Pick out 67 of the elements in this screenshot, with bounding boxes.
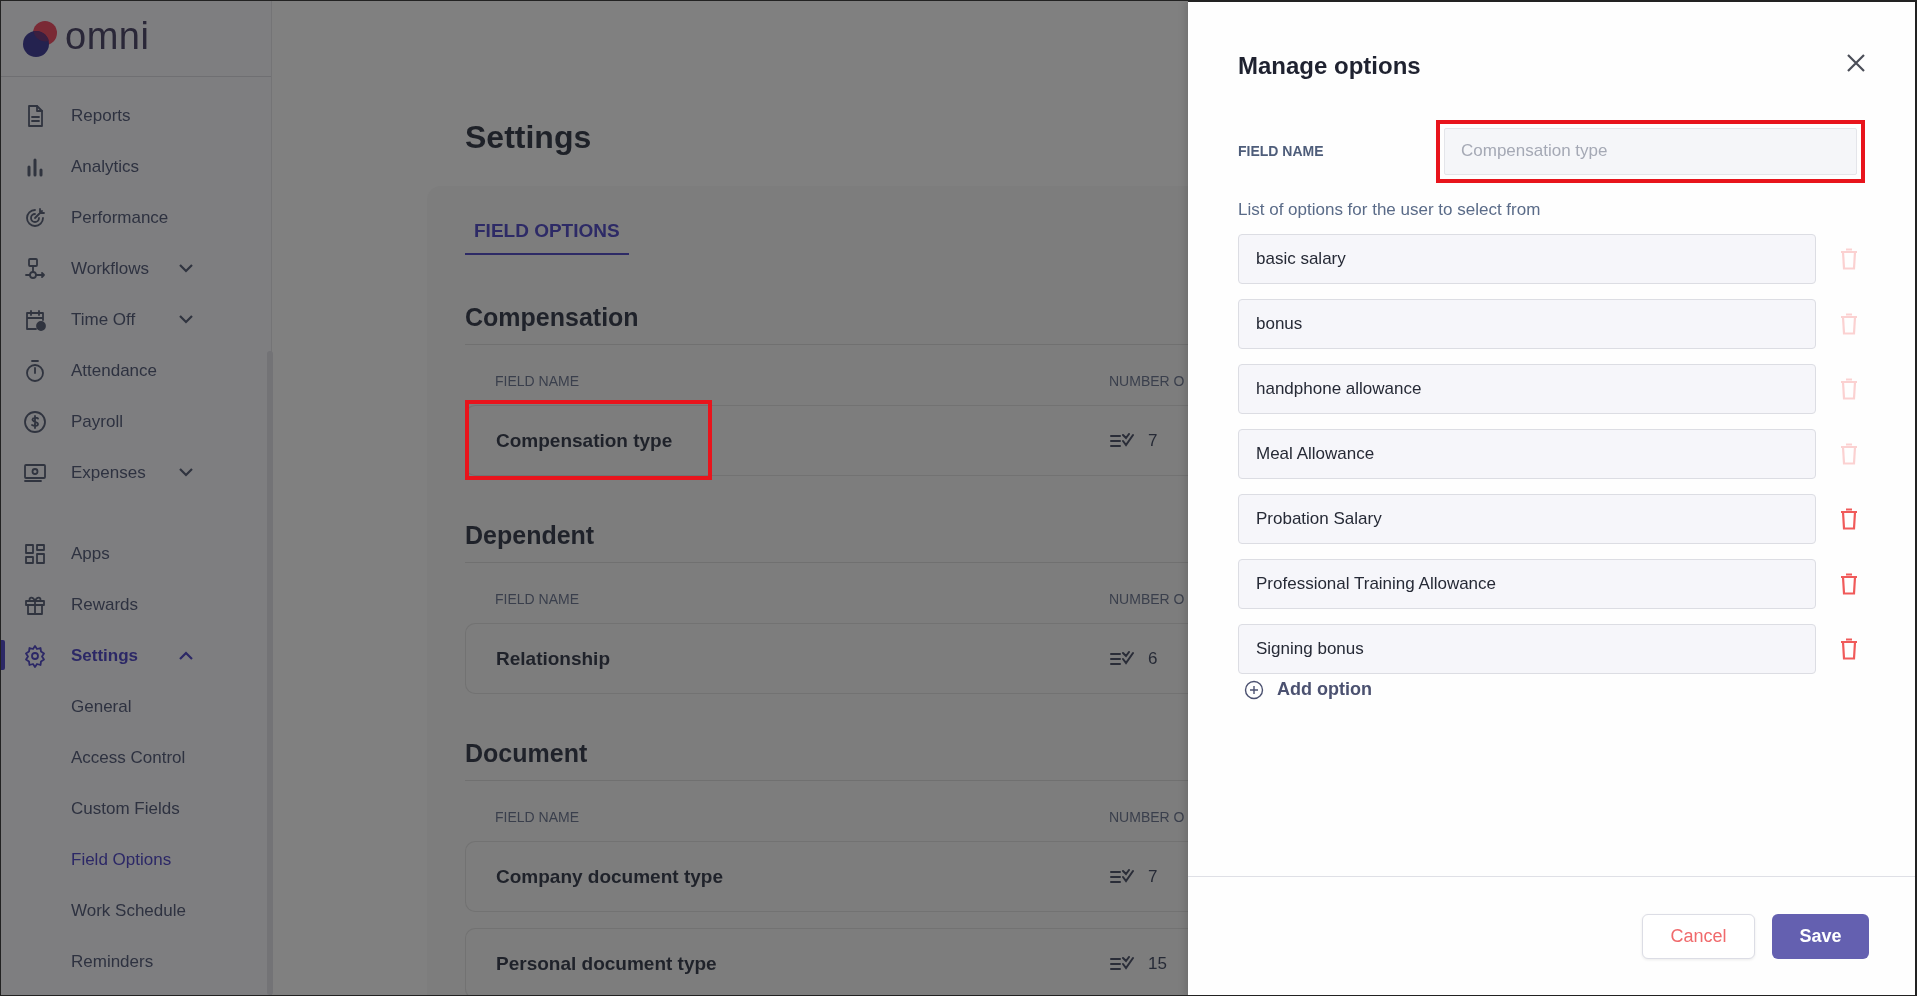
list-check-icon <box>1110 650 1134 667</box>
trash-icon <box>1840 638 1858 660</box>
column-header: FIELD NAME <box>494 591 579 607</box>
gear-icon <box>23 643 47 668</box>
option-count: 7 <box>1148 866 1158 887</box>
calendar-icon <box>23 307 47 332</box>
option-count: 15 <box>1148 953 1167 974</box>
panel-title: Manage options <box>1238 52 1421 80</box>
option-input[interactable]: Probation Salary <box>1238 494 1816 544</box>
grid-icon <box>23 541 47 566</box>
target-icon <box>23 205 47 230</box>
list-check-icon <box>1110 955 1134 972</box>
list-check-icon <box>1110 868 1134 885</box>
field-name: Personal document type <box>495 952 717 975</box>
column-header: NUMBER O <box>1109 809 1185 825</box>
submenu-item[interactable]: Field Options <box>1 834 172 885</box>
option-input[interactable]: Professional Training Allowance <box>1238 559 1816 609</box>
trash-icon <box>1840 248 1858 270</box>
trash-icon <box>1840 508 1858 530</box>
column-header: FIELD NAME <box>494 373 579 389</box>
submenu-item[interactable]: Work Schedule <box>1 885 186 936</box>
sidebar-item[interactable]: Settings <box>1 630 271 681</box>
add-option-button[interactable]: Add option <box>1238 679 1372 700</box>
submenu-item[interactable]: General <box>1 681 132 732</box>
save-button[interactable]: Save <box>1772 914 1869 959</box>
submenu-item[interactable]: Access Control <box>1 732 186 783</box>
column-header: FIELD NAME <box>494 809 579 825</box>
sidebar-item[interactable]: Expenses <box>1 447 271 498</box>
field-row[interactable]: Relationship 6 <box>465 623 1191 694</box>
logo-text: omni <box>65 15 150 58</box>
sidebar-item[interactable]: Apps <box>1 528 271 579</box>
submenu-item[interactable]: Custom Fields <box>1 783 180 834</box>
sidebar-item[interactable]: Attendance <box>1 345 271 396</box>
trash-icon <box>1840 313 1858 335</box>
sidebar-item[interactable]: Time Off <box>1 294 271 345</box>
tab[interactable]: FIELD OPTIONS <box>465 208 629 255</box>
plus-circle-icon <box>1244 679 1264 700</box>
option-count: 6 <box>1148 648 1158 669</box>
trash-icon <box>1840 573 1858 595</box>
column-header: NUMBER O <box>1109 373 1185 389</box>
sidebar-item[interactable]: Workflows <box>1 243 271 294</box>
sidebar-item[interactable]: Performance <box>1 192 271 243</box>
list-check-icon <box>1110 432 1134 449</box>
close-button[interactable] <box>1845 52 1867 74</box>
sidebar-item[interactable]: Rewards <box>1 579 271 630</box>
field-label: FIELD NAME <box>1238 143 1325 159</box>
flow-icon <box>23 256 47 281</box>
sidebar-item[interactable]: Reports <box>1 90 271 141</box>
list-label: List of options for the user to select from <box>1238 200 1542 220</box>
close-icon <box>1847 54 1865 72</box>
field-name: Company document type <box>495 865 723 888</box>
field-name: Relationship <box>495 647 610 670</box>
column-header: NUMBER O <box>1109 591 1185 607</box>
cancel-button[interactable]: Cancel <box>1642 914 1755 959</box>
option-count: 7 <box>1148 430 1158 451</box>
submenu-item[interactable]: Reminders <box>1 936 154 987</box>
sidebar-item[interactable]: Payroll <box>1 396 271 447</box>
scrollbar[interactable] <box>267 351 273 995</box>
dollar-icon <box>23 409 47 434</box>
page-title: Settings <box>465 118 592 157</box>
field-row[interactable]: Company document type 7 <box>465 841 1191 912</box>
trash-icon <box>1840 378 1858 400</box>
sidebar-item[interactable]: Analytics <box>1 141 271 192</box>
option-input[interactable]: Signing bonus <box>1238 624 1816 674</box>
stopwatch-icon <box>23 358 47 383</box>
field-name: Compensation type <box>495 429 673 452</box>
trash-icon <box>1840 443 1858 465</box>
